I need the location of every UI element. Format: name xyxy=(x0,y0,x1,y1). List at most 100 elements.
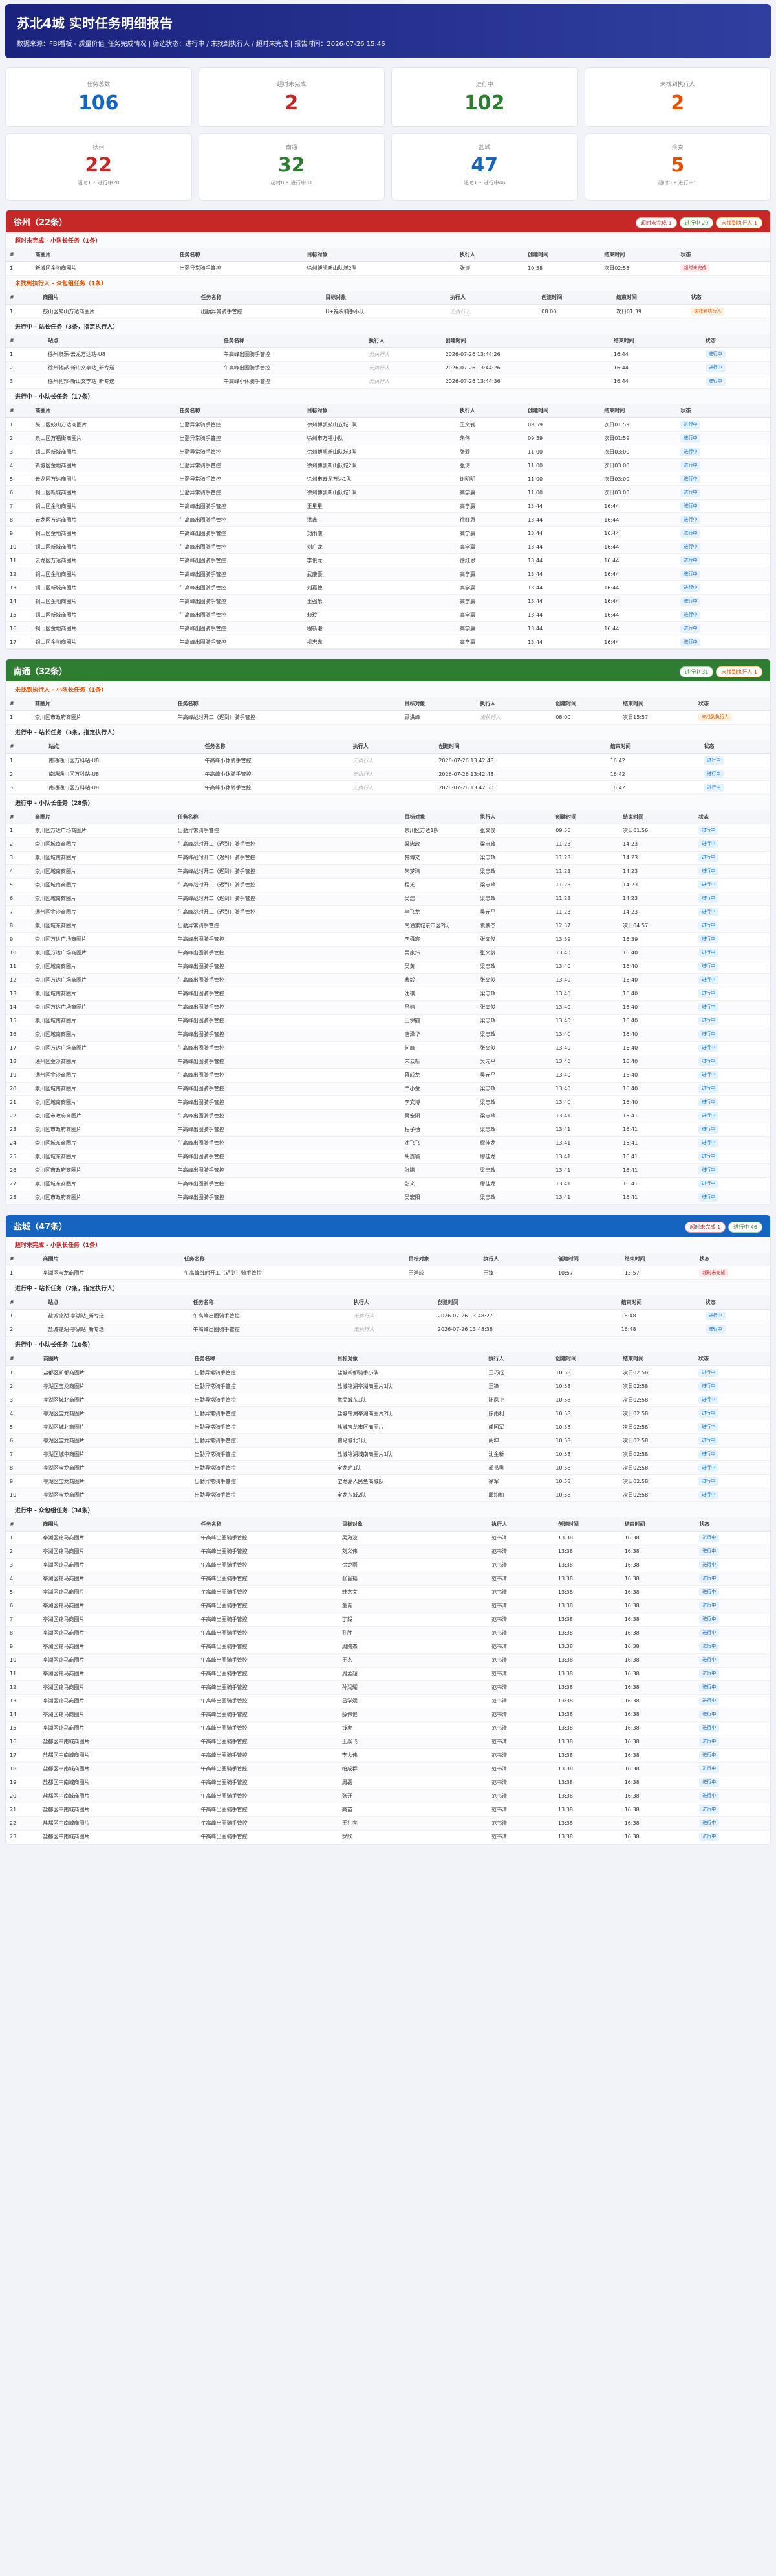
table-cell: 午高峰出圈骑手管控 xyxy=(175,594,303,608)
table-cell: 进行中 xyxy=(695,1163,770,1178)
status-badge: 进行中 xyxy=(680,515,701,524)
table-cell: 进行中 xyxy=(695,1041,770,1055)
table-cell: 午高峰出圈骑手管控 xyxy=(173,1028,401,1042)
table-cell: 进行中 xyxy=(695,1068,770,1083)
table-cell: 16:39 xyxy=(619,932,695,947)
column-header: # xyxy=(6,810,31,824)
table-cell: 崇川区城东商圈片 xyxy=(30,1150,174,1164)
table-cell: 16:44 xyxy=(600,526,677,540)
table-cell: 午高峰出圈骑手管控 xyxy=(173,1150,401,1164)
column-header: 站点 xyxy=(44,1295,189,1310)
table-cell: 亭湖区锦马商圈片 xyxy=(39,1585,197,1600)
table-cell: 王杰 xyxy=(338,1653,488,1668)
table-cell: 吴元平 xyxy=(476,905,552,919)
table-cell: 3 xyxy=(6,445,32,459)
table-cell: 盐都区中南城商圈片 xyxy=(39,1816,197,1831)
table-cell: 次日01:59 xyxy=(600,417,677,432)
table-cell: 午高峰出圈骑手管控 xyxy=(175,512,303,527)
table-row: 3 亭湖区锦马商圈片 午高峰出圈骑手管控 徐龙雨 范书清 13:38 16:38 进行中 xyxy=(6,1558,770,1572)
table-cell: 张文俊 xyxy=(476,824,552,838)
status-badge: 进行中 xyxy=(680,434,701,443)
table-cell: 吴黄 xyxy=(400,960,477,974)
group-title: 进行中 - 站长任务（3条，指定执行人） xyxy=(6,724,770,740)
table-cell: 13 xyxy=(6,987,31,1001)
table-cell: 张文俊 xyxy=(476,973,552,987)
column-header: 创建时间 xyxy=(433,1295,618,1310)
table-cell: 崇川区城南商圈片 xyxy=(30,960,174,974)
summary-card: 未找到执行人 2 xyxy=(584,67,771,127)
task-table: # 站点 任务名称 执行人 创建时间 结束时间 状态 1 徐州泉源-云龙万达站-U8 午高峰出圈骑… xyxy=(6,334,770,389)
table-cell: 进行中 xyxy=(695,1694,770,1708)
table-row: 9 亭湖区锦马商圈片 午高峰出圈骑手管控 周腾杰 范书清 13:38 16:38 进行中 xyxy=(6,1640,770,1654)
table-cell: 进行中 xyxy=(695,1150,770,1164)
table-row: 1 徐州泉源-云龙万达站-U8 午高峰出圈骑手管控 无执行人 2026-07-26 13… xyxy=(6,347,770,362)
table-row: 9 崇川区万达广场商圈片 午高峰出圈骑手管控 李舜宸 张文俊 13:39 16:39 进行中 xyxy=(6,932,770,947)
column-header: 执行人 xyxy=(349,740,435,754)
table-cell: 午高峰出圈骑手管控 xyxy=(197,1789,338,1803)
table-cell: 13:38 xyxy=(554,1653,621,1668)
summary-value: 2 xyxy=(671,92,685,115)
status-badge: 进行中 xyxy=(680,610,701,619)
table-cell: 范书清 xyxy=(488,1531,554,1545)
table-cell: 宝龙湖人民鱼商城队 xyxy=(333,1474,485,1488)
table-cell: 范书清 xyxy=(488,1708,554,1722)
table-cell: 13:41 xyxy=(552,1191,620,1205)
table-cell: 周腾杰 xyxy=(338,1640,488,1654)
table-cell: 13:41 xyxy=(552,1136,620,1150)
table-cell: 铜山区金地商圈片 xyxy=(31,526,176,540)
table-row: 11 崇川区城南商圈片 午高峰出圈骑手管控 吴黄 梁忠政 13:40 16:40 进行中 xyxy=(6,960,770,974)
column-header: 状态 xyxy=(701,1295,770,1310)
column-header: 目标对象 xyxy=(303,404,457,418)
table-cell: 进行中 xyxy=(676,621,770,635)
city-value: 22 xyxy=(85,154,113,177)
table-row: 3 崇川区城南商圈片 午高峰战时开工（迟到）骑手管控 韩博文 梁忠政 11:23 14:23… xyxy=(6,851,770,865)
section-header: 徐州（22条） 超时未完成 1 进行中 20 未找到执行人 1 xyxy=(6,210,770,232)
table-row: 10 铜山区新城商圈片 午高峰出圈骑手管控 刘广龙 高学赢 13:44 16:44 进行中 xyxy=(6,540,770,554)
table-row: 2 亭湖区宝龙商圈片 出勤异常骑手管控 盐城锦湖亭湖商圈片1队 王锋 10:58 次日02:… xyxy=(6,1379,770,1393)
table-cell: 进行中 xyxy=(695,1830,770,1844)
summary-value: 102 xyxy=(464,92,505,115)
city-label: 淮安 xyxy=(671,145,684,151)
table-cell: 刘广龙 xyxy=(303,540,457,554)
table-cell: 13:40 xyxy=(552,973,620,987)
task-table: # 商圈片 任务名称 目标对象 执行人 创建时间 结束时间 状态 1 亭湖区宝龙商圈片 午高峰战时开… xyxy=(6,1252,770,1280)
table-cell: 15 xyxy=(6,1014,31,1028)
status-badge: 进行中 xyxy=(698,1436,719,1445)
column-header: 创建时间 xyxy=(524,404,601,418)
table-cell: 进行中 xyxy=(695,1488,770,1502)
table-header-row: # 商圈片 任务名称 目标对象 执行人 创建时间 结束时间 状态 xyxy=(6,810,770,824)
table-cell: 出勤异常骑手管控 xyxy=(175,261,303,276)
city-label: 盐城 xyxy=(479,145,491,151)
status-badge: 进行中 xyxy=(699,1710,720,1719)
table-row: 2 泉山区万福街商圈片 出勤异常骑手管控 徐州市万福小队 朱伟 09:59 次日01:59 进… xyxy=(6,431,770,445)
table-cell: 进行中 xyxy=(695,1136,770,1150)
column-header: 执行人 xyxy=(476,810,552,824)
status-badge: 进行中 xyxy=(699,1669,720,1678)
table-cell: 进行中 xyxy=(695,1776,770,1790)
table-cell: 梁忠政 xyxy=(476,1095,552,1110)
table-cell: 机忠鑫 xyxy=(303,635,457,649)
column-header: # xyxy=(6,697,31,711)
table-cell: 午高峰战时开工（迟到）骑手管控 xyxy=(173,710,401,725)
column-header: 结束时间 xyxy=(612,291,687,305)
table-row: 17 铜山区金地商圈片 午高峰出圈骑手管控 机忠鑫 高学赢 13:44 16:44 进行中 xyxy=(6,635,770,649)
status-badge: 进行中 xyxy=(705,364,726,372)
table-cell: 梁忠政 xyxy=(476,837,552,852)
table-cell: 19 xyxy=(6,1068,31,1083)
table-cell: 午高峰战时开工（迟到）骑手管控 xyxy=(173,878,401,892)
table-cell: 无执行人 xyxy=(446,304,538,318)
column-header: 执行人 xyxy=(476,697,552,711)
table-row: 8 云龙区万达商圈片 午高峰出圈骑手管控 洪鑫 徐红恩 13:44 16:44 进行中 xyxy=(6,512,770,527)
status-badge: 进行中 xyxy=(698,949,719,957)
column-header: 任务名称 xyxy=(219,334,365,348)
table-cell: 次日02:58 xyxy=(619,1406,695,1420)
table-cell: 16:40 xyxy=(619,946,695,960)
table-row: 21 崇川区城南商圈片 午高峰出圈骑手管控 李文博 梁忠政 13:40 16:40 进行中 xyxy=(6,1095,770,1110)
table-cell: 午高峰出圈骑手管控 xyxy=(197,1776,338,1790)
table-cell: 16:38 xyxy=(620,1816,696,1831)
table-row: 3 亭湖区城北商圈片 出勤异常骑手管控 优品城东1队 陆凤卫 10:58 次日02:58 进行… xyxy=(6,1393,770,1407)
table-cell: 吴宏阳 xyxy=(400,1191,477,1205)
table-cell: 出勤异常骑手管控 xyxy=(190,1379,334,1393)
table-row: 14 铜山区金地商圈片 午高峰出圈骑手管控 王强乐 高学赢 13:44 16:44 进行中 xyxy=(6,594,770,608)
table-cell: 8 xyxy=(6,919,31,933)
